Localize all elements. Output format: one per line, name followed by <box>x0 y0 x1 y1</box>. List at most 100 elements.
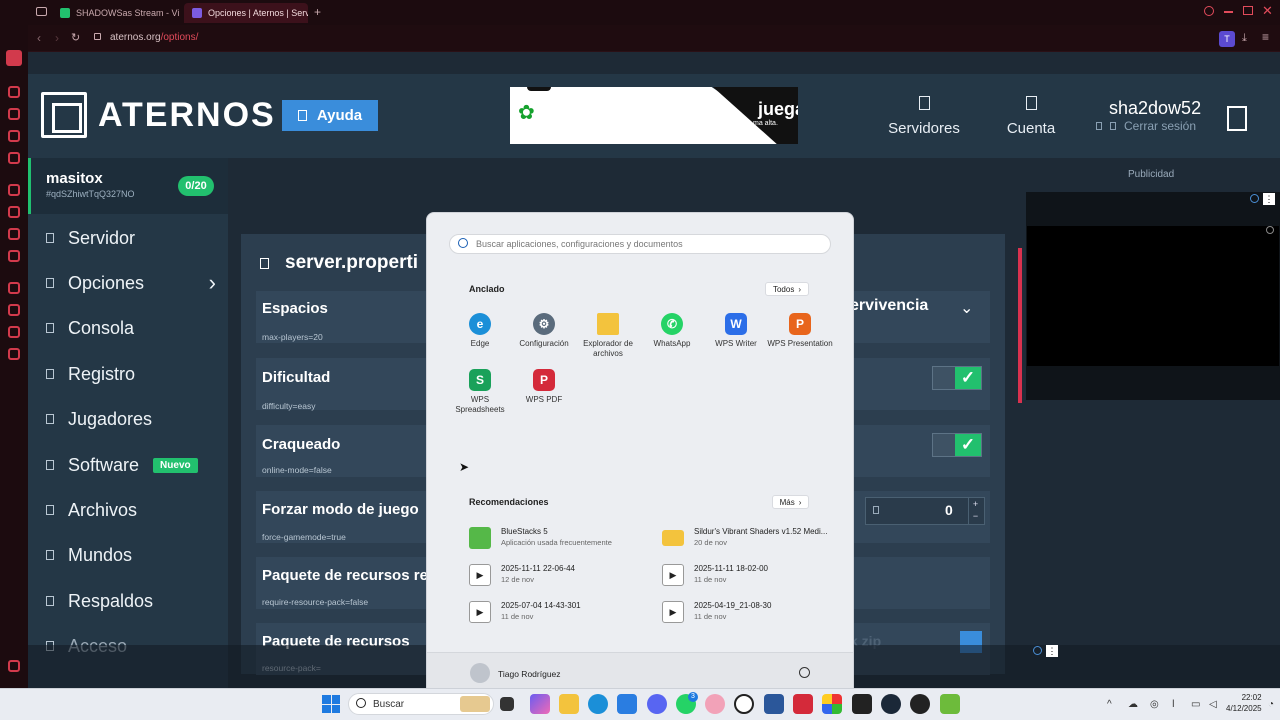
sidebar-app-icon[interactable] <box>8 228 20 240</box>
pinned-app-wps-writer[interactable]: W WPS Writer <box>702 313 770 349</box>
all-apps-button[interactable]: Todos › <box>765 282 809 296</box>
ad-options-icon[interactable]: ⋮ <box>1263 193 1275 205</box>
gamemode-select[interactable]: ervivencia <box>850 297 928 315</box>
pinned-app-wps-presentation[interactable]: P WPS Presentation <box>766 313 834 349</box>
recommendation-item[interactable]: ▶ 2025-11-11 22-06-44 12 de nov <box>469 564 649 586</box>
sidebar-app-icon[interactable] <box>8 86 20 98</box>
user-avatar[interactable] <box>470 663 490 683</box>
pinned-app-wps-spreadsheets[interactable]: S WPS Spreadsheets <box>446 369 514 415</box>
pinned-app-whatsapp[interactable]: ✆ WhatsApp <box>638 313 706 349</box>
sidebar-app-icon[interactable] <box>8 304 20 316</box>
taskbar-clock[interactable]: 22:02 4/12/2025 <box>1226 692 1262 714</box>
discord-icon[interactable] <box>647 694 667 714</box>
terminal-icon[interactable] <box>852 694 872 714</box>
microphone-icon[interactable]: ǀ <box>1172 699 1175 710</box>
online-mode-toggle[interactable]: ✓ <box>932 433 982 457</box>
network-icon[interactable]: ◎ <box>1150 699 1159 710</box>
logo-text[interactable]: ATERNOS <box>98 96 276 135</box>
sidebar-item-consola[interactable]: Consola <box>46 313 216 343</box>
stepper-arrows[interactable]: + − <box>968 498 982 524</box>
ad-info-icon[interactable] <box>1033 646 1042 655</box>
tab-shadowsas-stream[interactable]: SHADOWSas Stream - Vi <box>52 3 180 23</box>
task-view-icon[interactable] <box>500 697 514 711</box>
ad-info-icon[interactable] <box>1250 194 1259 203</box>
close-window-icon[interactable]: ✕ <box>1262 3 1273 19</box>
servers-link[interactable]: Servidores <box>882 96 966 137</box>
sidebar-item-respaldos[interactable]: Respaldos <box>46 586 216 616</box>
maximize-icon[interactable] <box>1243 6 1253 15</box>
search-tabs-icon[interactable] <box>1204 6 1214 16</box>
reload-icon[interactable]: ↻ <box>71 31 80 44</box>
wps-icon[interactable] <box>793 694 813 714</box>
ad-close-icon[interactable] <box>1266 226 1274 234</box>
sidebar-app-icon[interactable] <box>8 250 20 262</box>
chatgpt-icon[interactable] <box>734 694 754 714</box>
sidebar-settings-icon[interactable] <box>8 660 20 672</box>
sidebar-item-software[interactable]: Software Nuevo <box>46 450 216 480</box>
pinned-app-explorador[interactable]: Explorador de archivos <box>574 313 642 359</box>
profile-avatar[interactable]: T <box>1219 31 1235 47</box>
notification-bell-icon[interactable]: ◔ <box>1268 699 1274 710</box>
logout-link[interactable]: Cerrar sesión <box>1096 119 1196 133</box>
gamemode-number-stepper[interactable] <box>865 497 985 525</box>
sidebar-app-icon[interactable] <box>8 184 20 196</box>
start-search-input[interactable]: Buscar aplicaciones, configuraciones y d… <box>449 234 831 254</box>
word-icon[interactable] <box>764 694 784 714</box>
address-bar[interactable]: aternos.org/options/ <box>110 32 198 43</box>
browser-menu-icon[interactable]: ≡ <box>1262 30 1269 44</box>
difficulty-toggle[interactable]: ✓ <box>932 366 982 390</box>
github-icon[interactable] <box>910 694 930 714</box>
sidebar-app-icon[interactable] <box>8 152 20 164</box>
sidebar-app-icon[interactable] <box>8 130 20 142</box>
sidebar-item-mundos[interactable]: Mundos <box>46 540 216 570</box>
username[interactable]: sha2dow52 <box>1109 98 1201 119</box>
account-link[interactable]: Cuenta <box>996 96 1066 137</box>
aternos-logo-icon[interactable] <box>41 92 87 138</box>
steam-icon[interactable] <box>881 694 901 714</box>
recommendation-item[interactable]: ▶ 2025-04-19_21-08-30 11 de nov <box>662 601 834 623</box>
recommendation-item[interactable]: BlueStacks 5 Aplicación usada frecuenteme… <box>469 527 649 549</box>
sidebar-item-archivos[interactable]: Archivos <box>46 495 216 525</box>
forward-icon[interactable]: › <box>55 31 59 45</box>
user-name[interactable]: Tiago Rodríguez <box>498 669 561 679</box>
recommendation-item[interactable]: ▶ 2025-11-11 18-02-00 11 de nov <box>662 564 834 586</box>
tab-aternos-options[interactable]: Opciones | Aternos | Serv <box>184 3 308 23</box>
onedrive-icon[interactable]: ☁ <box>1128 699 1138 710</box>
ad-options-icon[interactable]: ⋮ <box>1046 645 1058 657</box>
sidebar-item-jugadores[interactable]: Jugadores <box>46 404 216 434</box>
sidebar-item-registro[interactable]: Registro <box>46 359 216 389</box>
sidebar-app-icon[interactable] <box>8 282 20 294</box>
battery-icon[interactable]: ▭ <box>1191 699 1200 710</box>
file-explorer-icon[interactable] <box>559 694 579 714</box>
edge-icon[interactable] <box>588 694 608 714</box>
recommendation-item[interactable]: Sildur's Vibrant Shaders v1.52 Medi... 20… <box>662 527 834 547</box>
pinned-app-edge[interactable]: e Edge <box>446 313 514 349</box>
windows-start-icon[interactable] <box>322 695 340 713</box>
pinned-app-configuracion[interactable]: ⚙ Configuración <box>510 313 578 349</box>
chrome-icon[interactable] <box>822 694 842 714</box>
home-icon[interactable] <box>6 50 22 66</box>
volume-icon[interactable]: ◁ <box>1209 699 1217 710</box>
more-button[interactable]: Más › <box>772 495 809 509</box>
download-icon[interactable]: ⤓ <box>1242 32 1247 45</box>
sidebar-app-icon[interactable] <box>8 206 20 218</box>
store-icon[interactable] <box>617 694 637 714</box>
chevron-down-icon[interactable]: ⌄ <box>960 298 973 318</box>
new-tab-button[interactable]: + <box>314 5 321 19</box>
back-icon[interactable]: ‹ <box>37 31 41 45</box>
chevron-up-icon[interactable]: ^ <box>1107 699 1112 710</box>
minecraft-icon[interactable] <box>940 694 960 714</box>
sidebar-app-icon[interactable] <box>8 348 20 360</box>
menu-icon[interactable] <box>1227 106 1247 131</box>
minimize-icon[interactable] <box>1224 11 1233 13</box>
sidebar-app-icon[interactable] <box>8 326 20 338</box>
tab-overview-icon[interactable] <box>36 7 47 16</box>
copilot-icon[interactable] <box>530 694 550 714</box>
help-button[interactable]: Ayuda <box>282 100 378 131</box>
sidebar-item-opciones[interactable]: Opciones › <box>46 268 216 298</box>
recommendation-item[interactable]: ▶ 2025-07-04 14-43-301 11 de nov <box>469 601 649 623</box>
app-icon[interactable] <box>705 694 725 714</box>
sidebar-app-icon[interactable] <box>8 108 20 120</box>
sidebar-item-servidor[interactable]: Servidor <box>46 223 216 253</box>
sidebar-ad-video[interactable] <box>1027 226 1279 366</box>
